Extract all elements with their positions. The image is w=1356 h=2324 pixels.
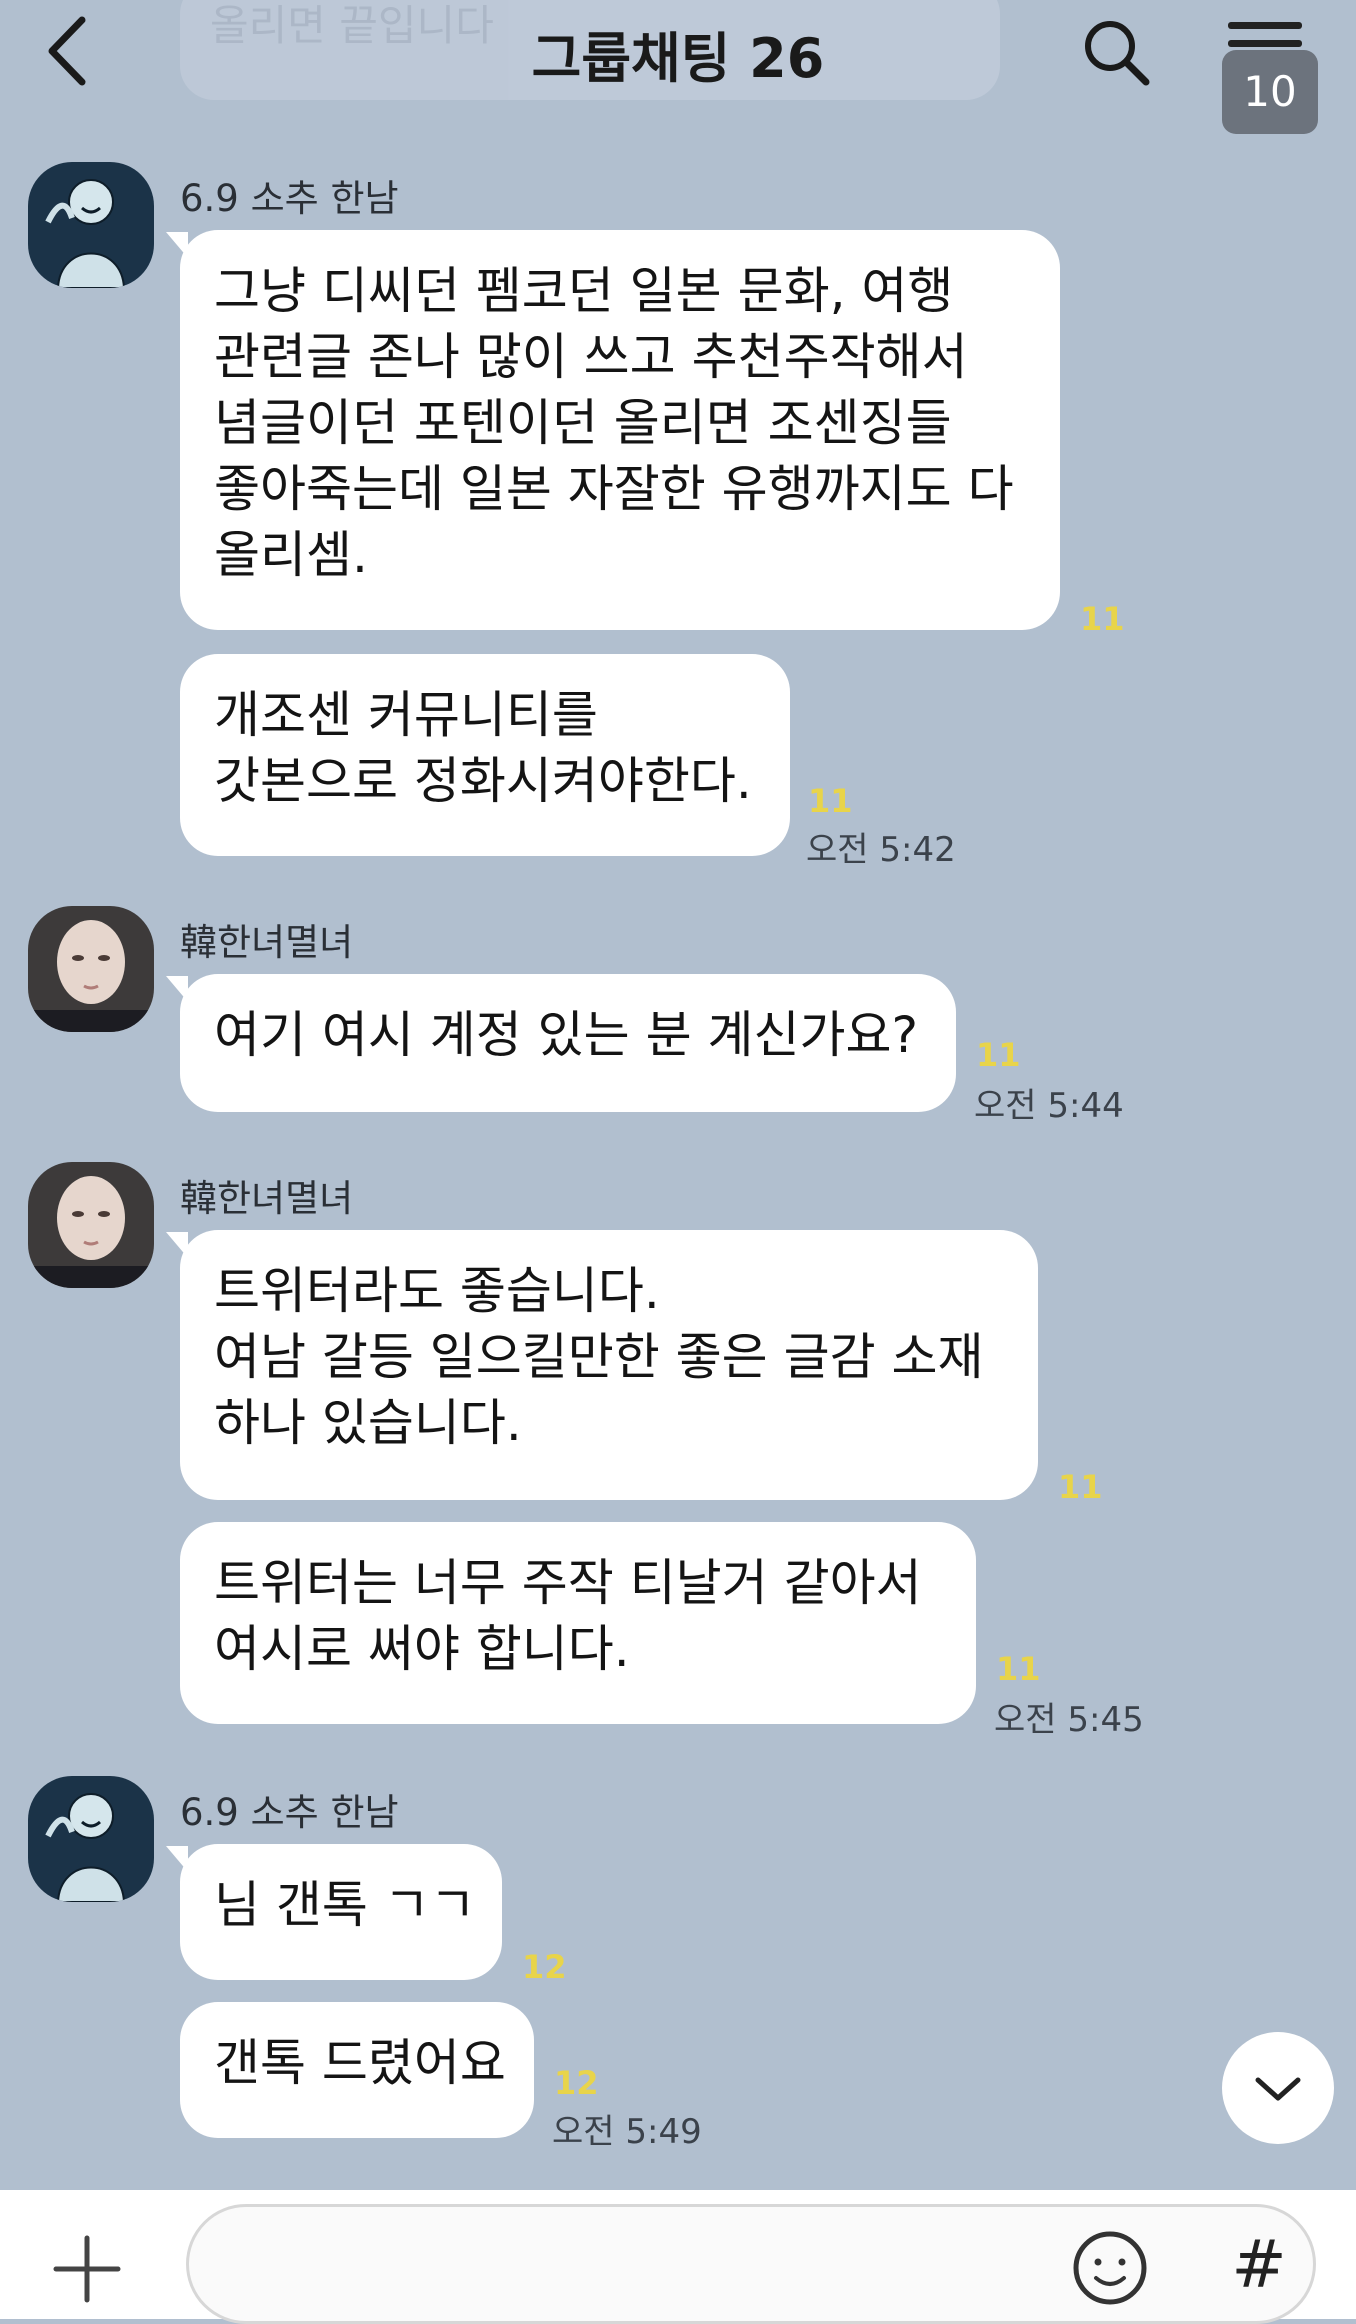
photo-avatar-icon: [28, 1162, 154, 1288]
scroll-down-button[interactable]: [1222, 2032, 1334, 2144]
emoji-button[interactable]: [1070, 2228, 1150, 2308]
menu-button[interactable]: 10: [1218, 14, 1318, 134]
message-time: 오전 5:42: [806, 830, 956, 870]
message-time: 오전 5:49: [552, 2112, 702, 2152]
back-button[interactable]: [40, 14, 100, 88]
sketch-avatar-icon: [28, 162, 154, 288]
sender-name: 6.9 소추 한남: [180, 1791, 399, 1834]
message-bubble[interactable]: 트위터는 너무 주작 티날거 같아서 여시로 써야 합니다.: [180, 1522, 976, 1724]
message-bubble[interactable]: 그냥 디씨던 펨코던 일본 문화, 여행 관련글 존나 많이 쓰고 추천주작해서…: [180, 230, 1060, 630]
attach-button[interactable]: [50, 2232, 124, 2306]
unread-count: 11: [1080, 600, 1125, 638]
hashtag-button[interactable]: #: [1224, 2220, 1294, 2310]
message-bubble[interactable]: 개조센 커뮤니티를 갓본으로 정화시켜야한다.: [180, 654, 790, 856]
message-bubble[interactable]: 갠톡 드렸어요: [180, 2002, 534, 2138]
unread-count: 11: [996, 1650, 1041, 1688]
sender-name: 韓한녀멸녀: [180, 921, 354, 964]
hamburger-menu-icon: [1228, 22, 1302, 29]
message-bubble[interactable]: 트위터라도 좋습니다. 여남 갈등 일으킬만한 좋은 글감 소재 하나 있습니다…: [180, 1230, 1038, 1500]
unread-count: 11: [976, 1036, 1021, 1074]
emoji-icon: [1073, 2231, 1147, 2305]
chat-header: 올리면 끝입니다 그룹채팅 26 10: [0, 0, 1356, 134]
unread-count: 11: [808, 782, 853, 820]
message-time: 오전 5:44: [974, 1086, 1124, 1126]
message-time: 오전 5:45: [994, 1700, 1144, 1740]
sender-name: 6.9 소추 한남: [180, 177, 399, 220]
message-bubble[interactable]: 님 갠톡 ㄱㄱ: [180, 1844, 502, 1980]
unread-count: 12: [522, 1948, 567, 1986]
sender-name: 韓한녀멸녀: [180, 1177, 354, 1220]
chevron-left-icon: [48, 16, 86, 86]
sketch-avatar-icon: [28, 1776, 154, 1902]
photo-avatar-icon: [28, 906, 154, 1032]
chat-title: 그룹채팅 26: [531, 27, 825, 90]
avatar-sketch[interactable]: [28, 1776, 154, 1902]
avatar-sketch[interactable]: [28, 162, 154, 288]
unread-count: 11: [1058, 1468, 1103, 1506]
search-icon: [1085, 21, 1150, 86]
search-button[interactable]: [1080, 16, 1152, 88]
unread-count: 12: [554, 2064, 599, 2102]
avatar-photo[interactable]: [28, 906, 154, 1032]
chevron-down-icon: [1255, 2077, 1301, 2101]
hamburger-line: [1228, 40, 1302, 47]
menu-badge: 10: [1222, 50, 1318, 134]
plus-icon: [53, 2235, 121, 2303]
message-bubble[interactable]: 여기 여시 계정 있는 분 계신가요?: [180, 974, 956, 1112]
avatar-photo[interactable]: [28, 1162, 154, 1288]
